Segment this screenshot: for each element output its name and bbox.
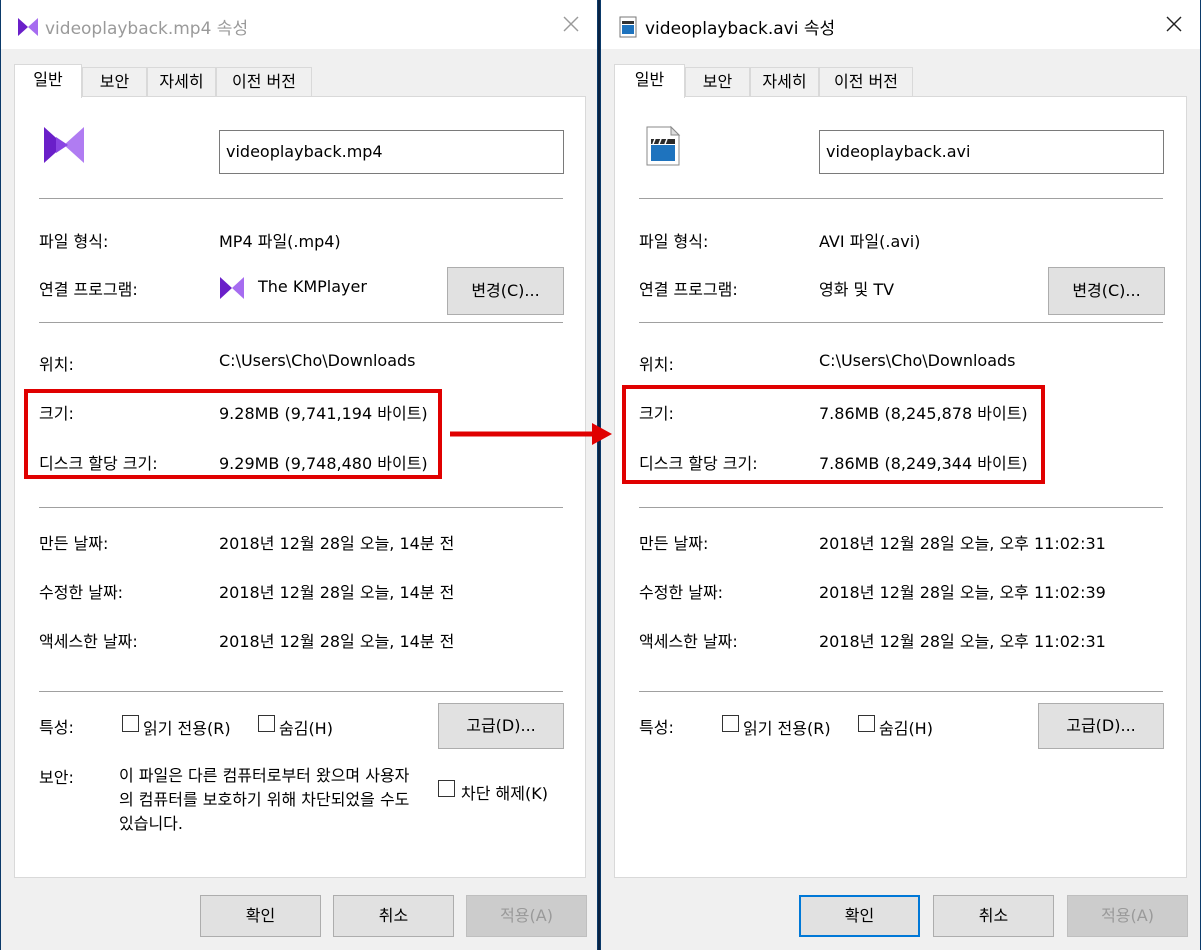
separator bbox=[39, 507, 563, 508]
created-value: 2018년 12월 28일 오늘, 오후 11:02:31 bbox=[819, 534, 1106, 553]
title-bar: videoplayback.avi 속성 bbox=[601, 0, 1200, 49]
attributes-label: 특성: bbox=[639, 718, 674, 737]
created-value: 2018년 12월 28일 오늘, 14분 전 bbox=[219, 534, 455, 553]
opens-with-label: 연결 프로그램: bbox=[39, 280, 138, 299]
tab-security[interactable]: 보안 bbox=[82, 67, 147, 96]
readonly-checkbox[interactable] bbox=[722, 715, 739, 732]
modified-value: 2018년 12월 28일 오늘, 오후 11:02:39 bbox=[819, 583, 1106, 602]
tab-details[interactable]: 자세히 bbox=[750, 67, 819, 96]
window-title: videoplayback.avi 속성 bbox=[645, 19, 836, 39]
security-label: 보안: bbox=[39, 768, 74, 787]
tab-details[interactable]: 자세히 bbox=[147, 67, 216, 96]
accessed-value: 2018년 12월 28일 오늘, 14분 전 bbox=[219, 632, 455, 651]
filename-input[interactable]: videoplayback.avi bbox=[819, 130, 1164, 174]
advanced-button[interactable]: 고급(D)... bbox=[438, 703, 564, 749]
modified-label: 수정한 날짜: bbox=[639, 583, 724, 602]
ok-button[interactable]: 확인 bbox=[799, 895, 920, 937]
separator bbox=[639, 507, 1163, 508]
separator bbox=[39, 322, 563, 323]
advanced-button[interactable]: 고급(D)... bbox=[1038, 703, 1164, 749]
general-panel: videoplayback.mp4 파일 형식: MP4 파일(.mp4) 연결… bbox=[14, 96, 586, 878]
separator bbox=[39, 198, 563, 199]
apply-button[interactable]: 적용(A) bbox=[1067, 895, 1188, 937]
modified-label: 수정한 날짜: bbox=[39, 583, 124, 602]
hidden-checkbox[interactable] bbox=[858, 715, 875, 732]
tab-general[interactable]: 일반 bbox=[614, 64, 685, 98]
title-bar: videoplayback.mp4 속성 bbox=[1, 0, 597, 49]
size-highlight-box bbox=[24, 389, 442, 479]
cancel-button[interactable]: 취소 bbox=[333, 895, 454, 937]
accessed-value: 2018년 12월 28일 오늘, 오후 11:02:31 bbox=[819, 632, 1106, 651]
close-icon[interactable] bbox=[1162, 12, 1186, 36]
change-button[interactable]: 변경(C)... bbox=[1048, 267, 1165, 315]
kmplayer-file-icon bbox=[44, 127, 84, 163]
change-button[interactable]: 변경(C)... bbox=[447, 267, 564, 315]
created-label: 만든 날짜: bbox=[39, 534, 109, 553]
kmplayer-app-icon bbox=[220, 277, 244, 299]
separator bbox=[639, 198, 1163, 199]
window-title: videoplayback.mp4 속성 bbox=[45, 19, 249, 39]
modified-value: 2018년 12월 28일 오늘, 14분 전 bbox=[219, 583, 455, 602]
separator bbox=[639, 322, 1163, 323]
security-note: 이 파일은 다른 컴퓨터로부터 왔으며 사용자의 컴퓨터를 보호하기 위해 차단… bbox=[119, 766, 410, 833]
tab-security[interactable]: 보안 bbox=[685, 67, 750, 96]
file-type-label: 파일 형식: bbox=[39, 232, 109, 251]
attributes-label: 특성: bbox=[39, 718, 74, 737]
file-type-label: 파일 형식: bbox=[639, 232, 709, 251]
separator bbox=[39, 691, 563, 692]
general-panel: videoplayback.avi 파일 형식: AVI 파일(.avi) 연결… bbox=[614, 96, 1187, 878]
separator bbox=[639, 691, 1163, 692]
filename-input[interactable]: videoplayback.mp4 bbox=[219, 130, 564, 174]
ok-button[interactable]: 확인 bbox=[200, 895, 321, 937]
size-highlight-box bbox=[622, 385, 1045, 484]
apply-button[interactable]: 적용(A) bbox=[466, 895, 587, 937]
file-type-value: AVI 파일(.avi) bbox=[819, 232, 921, 251]
accessed-label: 액세스한 날짜: bbox=[639, 632, 738, 651]
tab-previous-versions[interactable]: 이전 버전 bbox=[216, 67, 312, 96]
hidden-label: 숨김(H) bbox=[879, 719, 933, 738]
video-file-icon bbox=[619, 16, 637, 38]
opens-with-label: 연결 프로그램: bbox=[639, 280, 738, 299]
unblock-label: 차단 해제(K) bbox=[461, 784, 548, 803]
video-file-icon bbox=[646, 125, 681, 166]
hidden-label: 숨김(H) bbox=[279, 719, 333, 738]
cancel-button[interactable]: 취소 bbox=[933, 895, 1054, 937]
tab-general[interactable]: 일반 bbox=[14, 64, 82, 98]
file-type-value: MP4 파일(.mp4) bbox=[219, 232, 341, 251]
readonly-label: 읽기 전용(R) bbox=[743, 719, 831, 738]
location-label: 위치: bbox=[39, 355, 74, 374]
accessed-label: 액세스한 날짜: bbox=[39, 632, 138, 651]
kmplayer-icon bbox=[18, 18, 38, 36]
readonly-checkbox[interactable] bbox=[122, 715, 139, 732]
location-value: C:\Users\Cho\Downloads bbox=[819, 351, 1016, 370]
unblock-checkbox[interactable] bbox=[438, 780, 455, 797]
opens-with-value: 영화 및 TV bbox=[819, 280, 895, 299]
arrow-icon bbox=[450, 423, 612, 445]
location-value: C:\Users\Cho\Downloads bbox=[219, 351, 416, 370]
close-icon[interactable] bbox=[559, 12, 583, 36]
location-label: 위치: bbox=[639, 355, 674, 374]
readonly-label: 읽기 전용(R) bbox=[143, 719, 231, 738]
hidden-checkbox[interactable] bbox=[258, 715, 275, 732]
created-label: 만든 날짜: bbox=[639, 534, 709, 553]
opens-with-value: The KMPlayer bbox=[258, 277, 367, 296]
tab-previous-versions[interactable]: 이전 버전 bbox=[819, 67, 913, 96]
